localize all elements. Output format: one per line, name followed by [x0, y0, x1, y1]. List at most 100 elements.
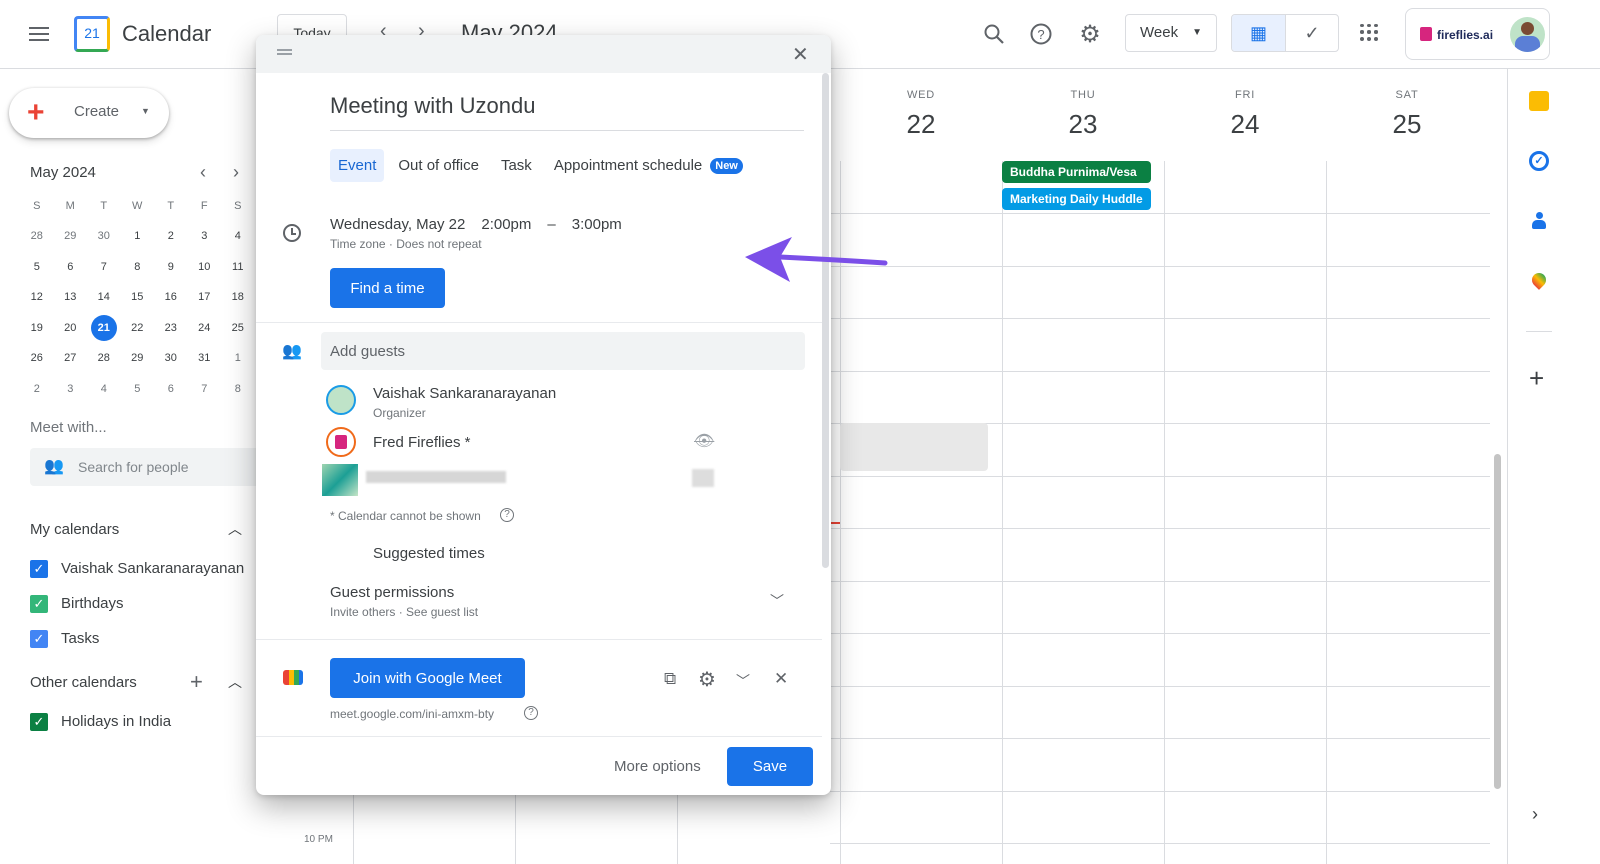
search-people-input[interactable]: 👥 Search for people	[30, 448, 256, 486]
grid-scrollbar[interactable]	[1494, 454, 1501, 789]
keep-icon[interactable]	[1529, 91, 1549, 111]
meet-help-icon[interactable]: ?	[524, 706, 538, 720]
calendar-item[interactable]: ✓ Birthdays	[0, 586, 256, 621]
close-icon[interactable]: ✕	[792, 42, 809, 67]
mini-day[interactable]: 1	[221, 343, 255, 374]
dialog-scrollbar[interactable]	[822, 73, 829, 568]
mini-day[interactable]: 30	[154, 343, 188, 374]
other-calendars-heading[interactable]: Other calendars	[30, 674, 137, 691]
calendar-view-icon[interactable]: ▦	[1232, 15, 1285, 51]
mini-day[interactable]: 4	[221, 221, 255, 252]
view-select[interactable]: Week ▼	[1125, 14, 1217, 52]
mini-day[interactable]: 25	[221, 313, 255, 344]
user-avatar[interactable]	[1510, 17, 1545, 52]
my-calendars-heading[interactable]: My calendars	[30, 521, 119, 538]
event-placeholder-block[interactable]	[840, 423, 988, 471]
contacts-icon[interactable]	[1532, 212, 1546, 230]
tab-out-of-office[interactable]: Out of office	[390, 149, 487, 182]
tab-appointment-schedule[interactable]: Appointment schedule	[546, 149, 710, 182]
guest-permissions-title[interactable]: Guest permissions	[330, 584, 454, 601]
calendar-item[interactable]: ✓ Vaishak Sankaranarayanan	[0, 551, 256, 586]
mini-day[interactable]: 29	[121, 343, 155, 374]
search-icon[interactable]	[980, 20, 1008, 48]
add-guests-input[interactable]: Add guests	[321, 332, 805, 370]
tasks-icon[interactable]: ✓	[1529, 151, 1549, 171]
checkbox-checked-icon[interactable]: ✓	[30, 712, 48, 731]
mini-day[interactable]: 28	[87, 343, 121, 374]
event-chip-holiday[interactable]: Buddha Purnima/Vesa	[1002, 161, 1151, 183]
add-addon-icon[interactable]: +	[1529, 365, 1544, 391]
expand-permissions-chevron-icon[interactable]: ﹀	[770, 591, 784, 611]
add-calendar-icon[interactable]: +	[190, 669, 203, 695]
mini-day[interactable]: 11	[221, 252, 255, 283]
title-input[interactable]: Meeting with Uzondu	[330, 93, 804, 131]
event-chip-huddle[interactable]: Marketing Daily Huddle	[1002, 188, 1151, 210]
copy-icon[interactable]: ⧉	[664, 669, 676, 689]
find-a-time-button[interactable]: Find a time	[330, 268, 445, 308]
meet-link[interactable]: meet.google.com/ini-amxm-bty	[330, 707, 494, 721]
save-button[interactable]: Save	[727, 747, 813, 786]
mini-day[interactable]: 26	[20, 343, 54, 374]
help-circle-icon[interactable]: ?	[500, 508, 514, 522]
drag-handle-icon[interactable]	[277, 49, 292, 55]
mini-day[interactable]: 8	[121, 252, 155, 283]
mini-day[interactable]: 27	[54, 343, 88, 374]
mini-day[interactable]: 18	[221, 282, 255, 313]
mini-day[interactable]: 19	[20, 313, 54, 344]
mini-day[interactable]: 15	[121, 282, 155, 313]
mini-day[interactable]: 6	[154, 374, 188, 405]
mini-day[interactable]: 4	[87, 374, 121, 405]
mini-day[interactable]: 16	[154, 282, 188, 313]
tasks-view-icon[interactable]: ✓	[1284, 15, 1338, 51]
calendar-item[interactable]: ✓ Holidays in India	[0, 704, 256, 739]
join-google-meet-button[interactable]: Join with Google Meet	[330, 658, 525, 698]
mini-day[interactable]: 23	[154, 313, 188, 344]
day-header-wed[interactable]: WED 22	[840, 69, 1002, 140]
collapse-chevron-icon[interactable]: ︿	[228, 519, 242, 539]
mini-day[interactable]: 13	[54, 282, 88, 313]
checkbox-checked-icon[interactable]: ✓	[30, 559, 48, 578]
mini-day[interactable]: 12	[20, 282, 54, 313]
mini-day[interactable]: 30	[87, 221, 121, 252]
mini-day[interactable]: 10	[188, 252, 222, 283]
mini-day[interactable]: 31	[188, 343, 222, 374]
account-switcher[interactable]: fireflies.ai	[1405, 8, 1550, 60]
help-icon[interactable]: ?	[1027, 20, 1055, 48]
suggested-times-button[interactable]: Suggested times	[373, 545, 485, 562]
mini-day[interactable]: 9	[154, 252, 188, 283]
mini-day[interactable]: 17	[188, 282, 222, 313]
mini-day[interactable]: 1	[121, 221, 155, 252]
collapse-other-chevron-icon[interactable]: ︿	[228, 672, 242, 692]
mini-day[interactable]: 5	[20, 252, 54, 283]
mini-day[interactable]: 2	[20, 374, 54, 405]
mini-day[interactable]: 22	[121, 313, 155, 344]
settings-gear-icon[interactable]: ⚙	[1076, 20, 1104, 48]
more-options-button[interactable]: More options	[614, 758, 701, 775]
end-time[interactable]: 3:00pm	[572, 216, 622, 233]
mini-day[interactable]: 2	[154, 221, 188, 252]
mini-day[interactable]: 3	[188, 221, 222, 252]
checkbox-checked-icon[interactable]: ✓	[30, 629, 48, 648]
expand-panel-icon[interactable]: ›	[1532, 804, 1538, 825]
meet-options-chevron-icon[interactable]: ﹀	[736, 671, 750, 691]
tab-task[interactable]: Task	[493, 149, 540, 182]
apps-grid-icon[interactable]	[1360, 24, 1380, 44]
calendar-item[interactable]: ✓ Tasks	[0, 621, 256, 656]
date-time-row[interactable]: Wednesday, May 22 2:00pm –3:00pm	[330, 216, 622, 233]
mini-day[interactable]: 21	[87, 313, 121, 344]
mini-day[interactable]: 5	[121, 374, 155, 405]
mini-next-icon[interactable]: ›	[233, 162, 239, 183]
mini-day[interactable]: 7	[188, 374, 222, 405]
mini-day[interactable]: 8	[221, 374, 255, 405]
create-button[interactable]: + Create ▼	[9, 88, 169, 138]
dialog-drag-bar[interactable]: ✕	[256, 35, 831, 73]
remove-meet-icon[interactable]: ✕	[774, 669, 788, 689]
mini-day[interactable]: 24	[188, 313, 222, 344]
mini-day[interactable]: 14	[87, 282, 121, 313]
timezone-recurrence[interactable]: Time zone · Does not repeat	[330, 237, 482, 251]
event-date[interactable]: Wednesday, May 22	[330, 216, 465, 233]
day-header-thu[interactable]: THU 23	[1002, 69, 1164, 140]
maps-icon[interactable]	[1529, 270, 1549, 290]
mini-day[interactable]: 28	[20, 221, 54, 252]
mini-day[interactable]: 3	[54, 374, 88, 405]
